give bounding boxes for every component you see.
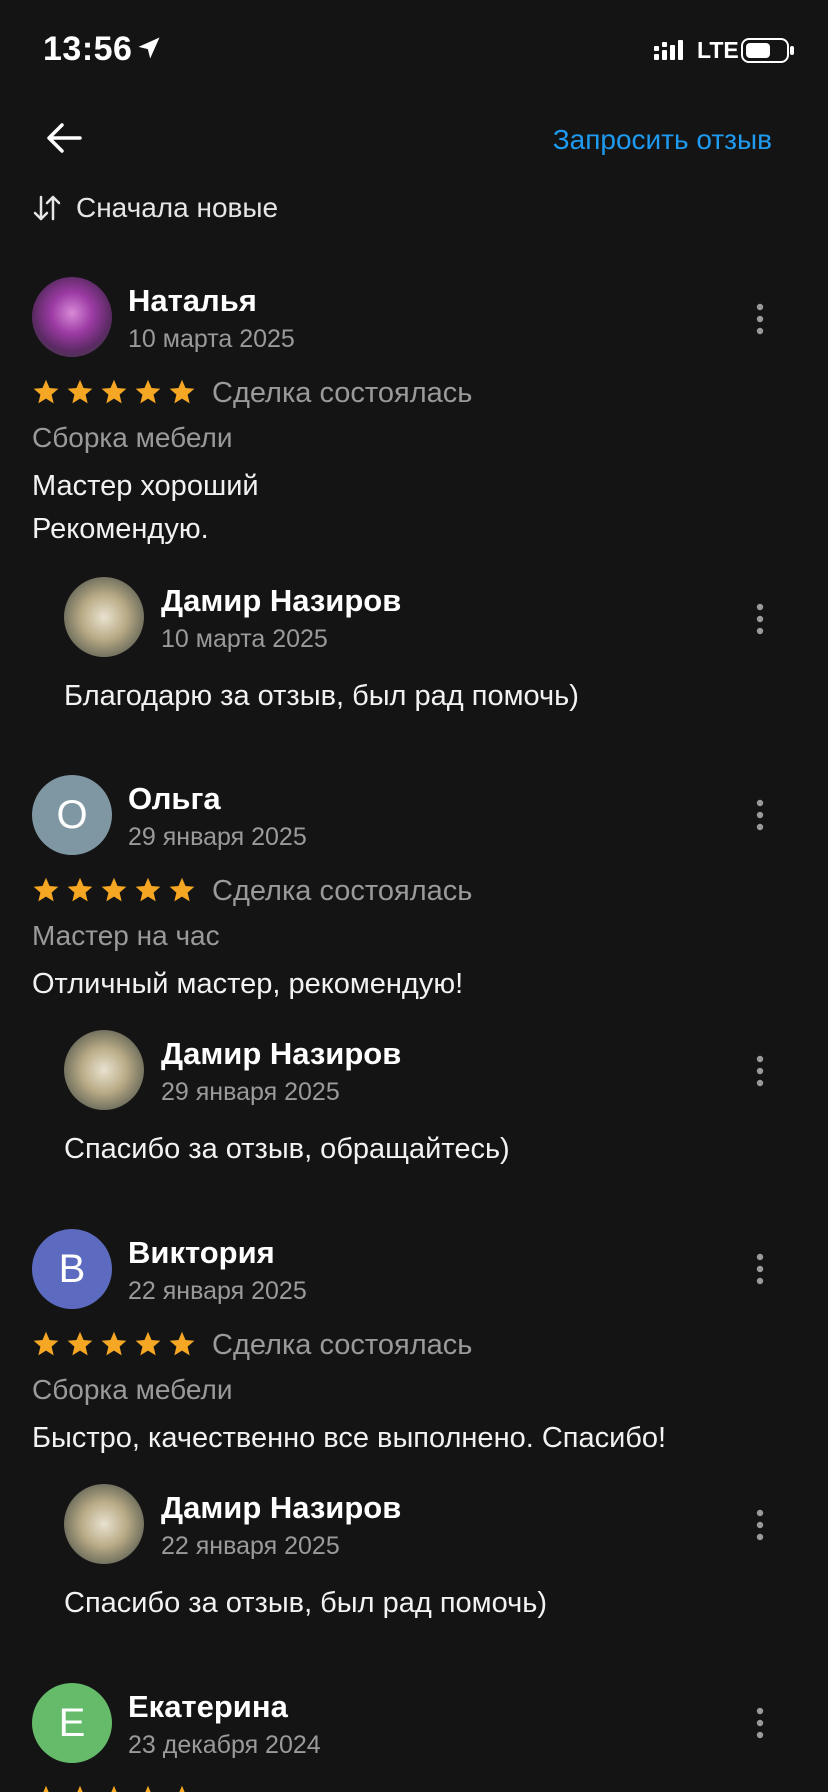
review-card: Е Екатерина 23 декабря 2024 [0, 1681, 828, 1792]
star-icon [145, 1785, 151, 1792]
deal-status: Сделка состоялась [212, 875, 473, 907]
sort-toggle[interactable]: Сначала новые [32, 192, 278, 224]
status-time: 13:56 [43, 30, 133, 68]
review-date: 22 января 2025 [128, 1277, 307, 1305]
reply-author[interactable]: Дамир Назиров [161, 1490, 401, 1526]
deal-status: Сделка состоялась [212, 1329, 473, 1361]
reply-text: Спасибо за отзыв, был рад помочь) [64, 1587, 547, 1619]
avatar[interactable]: О [32, 775, 112, 855]
star-icon [135, 1331, 161, 1356]
star-icon [77, 1785, 83, 1792]
sort-icon [33, 195, 61, 221]
signal-strength-icon [654, 40, 683, 60]
review-date: 29 января 2025 [128, 823, 307, 851]
review-card: О Ольга 29 января 2025 Сделка состоялась… [0, 773, 828, 1193]
back-arrow-icon[interactable] [44, 118, 84, 158]
star-icon [111, 1785, 117, 1792]
reply-date: 29 января 2025 [161, 1078, 340, 1106]
review-text: Отличный мастер, рекомендую! [32, 968, 464, 1000]
star-icon [33, 379, 59, 404]
reply-text: Спасибо за отзыв, обращайтесь) [64, 1133, 510, 1165]
more-options-icon[interactable] [748, 299, 772, 339]
review-date: 23 декабря 2024 [128, 1731, 321, 1759]
reply-date: 22 января 2025 [161, 1532, 340, 1560]
reply-avatar[interactable] [64, 1484, 144, 1564]
review-author[interactable]: Ольга [128, 781, 221, 817]
reply-date: 10 марта 2025 [161, 625, 328, 653]
star-icon [101, 379, 127, 404]
star-icon [169, 1331, 195, 1356]
star-icon [179, 1785, 185, 1792]
more-options-icon[interactable] [748, 1703, 772, 1743]
star-icon [101, 877, 127, 902]
star-icon [43, 1785, 49, 1792]
review-author[interactable]: Екатерина [128, 1689, 288, 1725]
star-icon [67, 1331, 93, 1356]
reply-avatar[interactable] [64, 577, 144, 657]
service-category: Мастер на час [32, 920, 220, 951]
battery-icon [741, 38, 794, 63]
review-date: 10 марта 2025 [128, 325, 295, 353]
sort-label: Сначала новые [76, 192, 279, 223]
review-text: Быстро, качественно все выполнено. Спаси… [32, 1422, 667, 1454]
more-options-icon[interactable] [748, 599, 772, 639]
avatar[interactable]: Е [32, 1683, 112, 1763]
review-author[interactable]: Виктория [128, 1235, 275, 1271]
star-icon [33, 1331, 59, 1356]
reply-avatar[interactable] [64, 1030, 144, 1110]
star-icon [169, 379, 195, 404]
review-author[interactable]: Наталья [128, 283, 257, 319]
star-icon [101, 1331, 127, 1356]
status-bar: 13:56 LTE [0, 0, 828, 100]
reply-text: Благодарю за отзыв, был рад помочь) [64, 680, 579, 712]
avatar[interactable] [32, 277, 112, 357]
rating-stars [32, 1330, 202, 1358]
star-icon [169, 877, 195, 902]
star-icon [67, 379, 93, 404]
more-options-icon[interactable] [748, 1505, 772, 1545]
star-icon [135, 877, 161, 902]
more-options-icon[interactable] [748, 1051, 772, 1091]
request-review-button[interactable]: Запросить отзыв [553, 124, 772, 156]
deal-status: Сделка состоялась [212, 377, 473, 409]
review-card: В Виктория 22 января 2025 Сделка состоял… [0, 1227, 828, 1647]
service-category: Сборка мебели [32, 422, 233, 453]
rating-stars [32, 876, 202, 904]
avatar[interactable]: В [32, 1229, 112, 1309]
rating-stars [32, 378, 202, 406]
service-category: Сборка мебели [32, 1374, 233, 1405]
star-icon [135, 379, 161, 404]
reply-author[interactable]: Дамир Назиров [161, 1036, 401, 1072]
review-card: Наталья 10 марта 2025 Сделка состоялась … [0, 275, 828, 735]
star-icon [33, 877, 59, 902]
more-options-icon[interactable] [748, 1249, 772, 1289]
review-text: Мастер хороший Рекомендую. [32, 470, 259, 545]
more-options-icon[interactable] [748, 795, 772, 835]
rating-stars [32, 1784, 202, 1792]
location-arrow-icon [138, 37, 160, 59]
star-icon [67, 877, 93, 902]
network-type: LTE [697, 37, 739, 63]
reply-author[interactable]: Дамир Назиров [161, 583, 401, 619]
